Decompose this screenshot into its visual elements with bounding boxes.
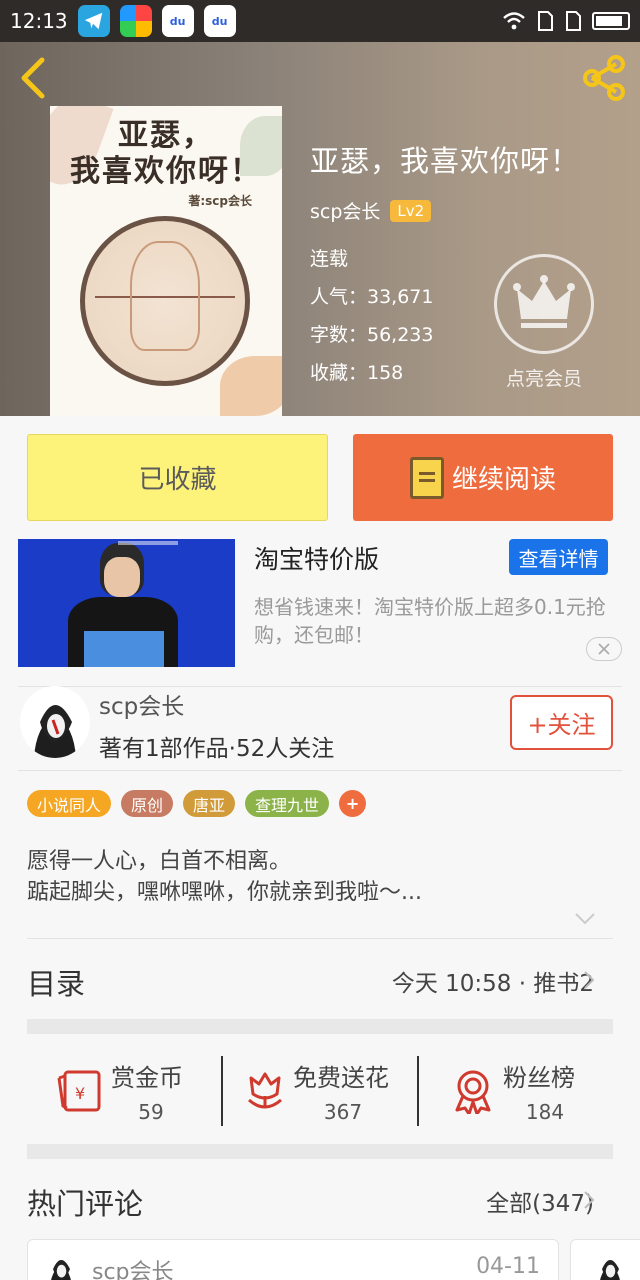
avatar[interactable]: [42, 1250, 80, 1280]
back-icon[interactable]: [14, 56, 54, 100]
intro-line: 踮起脚尖，嘿咻嘿咻，你就亲到我啦～...: [27, 880, 422, 905]
hot-comments-label: 热门评论: [27, 1187, 144, 1221]
stat-value: 59: [138, 1100, 164, 1124]
status-bar: 12:13 du du: [0, 0, 640, 42]
stat-label: 赏金币: [111, 1064, 183, 1092]
vip-label[interactable]: 点亮会员: [482, 364, 606, 391]
follow-button[interactable]: +关注: [510, 695, 613, 750]
cover-author: 著:scp会长: [188, 194, 252, 208]
tag[interactable]: 唐亚: [183, 790, 236, 817]
divider: [18, 770, 622, 771]
all-comments-link[interactable]: 全部(347): [486, 1184, 594, 1218]
toc-label[interactable]: 目录: [27, 961, 85, 1003]
tag[interactable]: 小说同人: [27, 790, 112, 817]
baidu-icon: du: [161, 5, 194, 37]
book-cover[interactable]: 亚瑟， 我喜欢你呀！ 著:scp会长: [50, 106, 282, 416]
divider: [27, 938, 613, 939]
red-envelope-icon: ¥: [57, 1070, 101, 1112]
comment-card[interactable]: [570, 1239, 640, 1280]
continue-reading-button[interactable]: 继续阅读: [353, 434, 613, 521]
section-divider: [27, 1019, 613, 1034]
author-card-name[interactable]: scp会长: [99, 687, 184, 721]
close-icon: [598, 643, 610, 655]
stat-label: 免费送花: [293, 1064, 389, 1092]
stat-value: 367: [323, 1100, 363, 1124]
intro-line: 愿得一人心，白首不相离。: [27, 849, 292, 874]
ad-detail-button[interactable]: 查看详情: [509, 539, 608, 575]
tag[interactable]: 原创: [121, 790, 174, 817]
book-icon: [409, 456, 444, 499]
battery-icon: [592, 12, 630, 30]
chevron-right-icon[interactable]: [582, 969, 596, 991]
flower-icon: [248, 1072, 282, 1109]
comment-author[interactable]: scp会长: [92, 1254, 174, 1280]
baidu-icon: du: [203, 5, 236, 37]
status-time: 12:13: [10, 9, 68, 33]
author-card-summary: 著有1部作品·52人关注: [99, 736, 335, 762]
section-divider: [27, 1144, 613, 1159]
author-row[interactable]: scp会长 Lv2: [310, 197, 432, 224]
cover-title: 亚瑟， 我喜欢你呀！: [70, 118, 262, 189]
comment-card[interactable]: scp会长 04-11: [27, 1239, 559, 1280]
svg-text:¥: ¥: [75, 1084, 85, 1103]
favorites-count: 收藏：158: [310, 362, 404, 384]
ad-title[interactable]: 淘宝特价版: [254, 540, 379, 576]
sim-icon: [538, 11, 553, 31]
sim-icon: [566, 11, 581, 31]
author-name[interactable]: scp会长: [310, 197, 380, 224]
share-icon[interactable]: [578, 52, 630, 104]
collected-label: 已收藏: [138, 465, 217, 495]
stats-row: ¥ 赏金币 59 免费送花 367 粉丝榜 184: [27, 1046, 613, 1146]
medal-icon: [455, 1070, 491, 1114]
ad-close-button[interactable]: [586, 637, 622, 661]
book-title: 亚瑟，我喜欢你呀！: [310, 144, 581, 178]
cover-illustration: [80, 216, 250, 386]
tag-list: 小说同人 原创 唐亚 查理九世 +: [27, 790, 367, 817]
serial-status: 连载: [310, 248, 349, 270]
stat-label: 粉丝榜: [503, 1064, 575, 1092]
vip-button[interactable]: [494, 254, 594, 354]
avatar[interactable]: [591, 1250, 629, 1280]
fan-ranking-stat[interactable]: 粉丝榜 184: [419, 1046, 613, 1146]
word-count: 字数：56,233: [310, 324, 434, 346]
crown-icon: [513, 275, 575, 328]
telegram-icon: [77, 5, 110, 37]
wifi-icon: [503, 12, 525, 30]
browser-icon: [119, 5, 152, 37]
reward-coins-stat[interactable]: ¥ 赏金币 59: [27, 1046, 222, 1146]
chevron-right-icon[interactable]: [582, 1189, 596, 1211]
avatar[interactable]: [20, 686, 90, 758]
level-badge: Lv2: [390, 199, 432, 222]
add-tag-button[interactable]: +: [339, 790, 367, 817]
stat-value: 184: [525, 1100, 565, 1124]
free-flower-stat[interactable]: 免费送花 367: [223, 1046, 418, 1146]
ad-description: 想省钱速来！淘宝特价版上超多0.1元抢购，还包邮！: [254, 595, 606, 647]
popularity-count: 人气：33,671: [310, 286, 434, 308]
book-header: 亚瑟， 我喜欢你呀！ 著:scp会长 亚瑟，我喜欢你呀！ scp会长 Lv2 连…: [0, 42, 640, 416]
continue-reading-label: 继续阅读: [451, 465, 556, 495]
tag[interactable]: 查理九世: [245, 790, 330, 817]
chevron-down-icon[interactable]: [574, 912, 596, 926]
cover-decoration: [220, 356, 282, 416]
ad-image[interactable]: [18, 539, 235, 667]
collected-button[interactable]: 已收藏: [27, 434, 328, 521]
comment-date: 04-11: [476, 1254, 540, 1279]
toc-update[interactable]: 今天 10:58 · 推书2: [392, 964, 594, 998]
book-detail-body: 已收藏 继续阅读 淘宝特价版 查看详情 想省钱速来！淘宝特价版上超多0.1元抢购…: [0, 416, 640, 1280]
book-intro[interactable]: 愿得一人心，白首不相离。 踮起脚尖，嘿咻嘿咻，你就亲到我啦～...: [27, 846, 587, 908]
